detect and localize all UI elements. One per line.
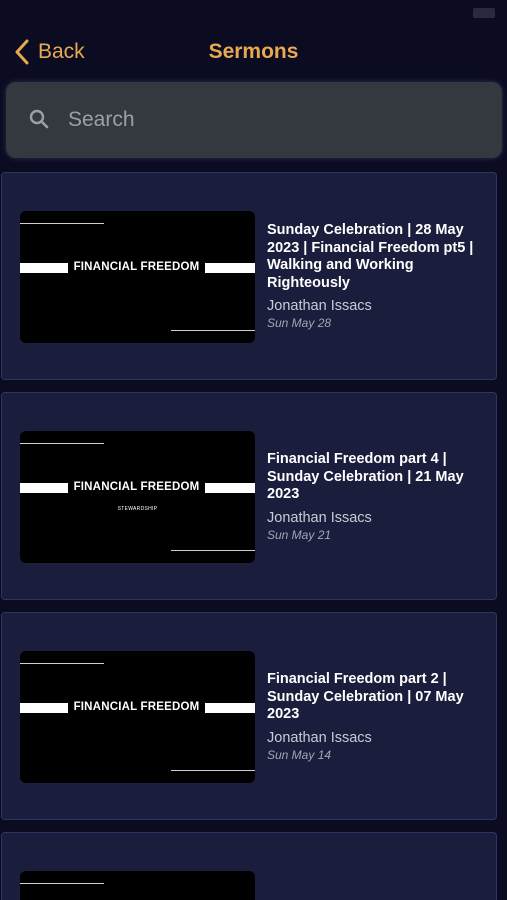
search-icon bbox=[29, 109, 49, 129]
sermon-date: Sun May 21 bbox=[267, 527, 332, 542]
sermon-title: Sunday Celebration | 28 May 2023 | Finan… bbox=[267, 222, 474, 291]
sermon-thumbnail: FINANCIAL FREEDOM bbox=[20, 651, 255, 783]
sermon-thumbnail: FINANCIAL FREEDOM STEWARDSHIP bbox=[20, 431, 255, 563]
navigation-bar: Back Sermons bbox=[0, 30, 507, 74]
sermon-title: Financial Freedom part 2 | Sunday Celebr… bbox=[267, 671, 464, 722]
sermon-thumbnail bbox=[20, 871, 255, 900]
search-input[interactable] bbox=[68, 100, 478, 140]
sermon-card[interactable]: FINANCIAL FREEDOM Sunday Celebration | 2… bbox=[1, 172, 497, 380]
thumbnail-subtitle: STEWARDSHIP bbox=[117, 506, 158, 512]
back-label: Back bbox=[38, 40, 85, 63]
back-button[interactable]: Back bbox=[14, 36, 85, 68]
status-bar bbox=[0, 0, 507, 26]
thumbnail-title: FINANCIAL FREEDOM bbox=[73, 261, 200, 273]
sermon-card[interactable]: FINANCIAL FREEDOM STEWARDSHIP Financial … bbox=[1, 392, 497, 600]
chevron-left-icon bbox=[15, 39, 29, 65]
sermon-author: Jonathan Issacs bbox=[267, 729, 372, 746]
sermons-screen: Back Sermons FINANCIAL FREEDOM Sunday Ce… bbox=[0, 0, 507, 900]
sermon-author: Jonathan Issacs bbox=[267, 298, 372, 314]
sermon-date: Sun May 28 bbox=[267, 316, 332, 330]
sermon-card[interactable] bbox=[1, 832, 497, 900]
sermon-card[interactable]: FINANCIAL FREEDOM Financial Freedom part… bbox=[1, 612, 497, 820]
sermon-thumbnail: FINANCIAL FREEDOM bbox=[20, 211, 255, 343]
thumbnail-title: FINANCIAL FREEDOM bbox=[73, 481, 200, 493]
sermon-title: Financial Freedom part 4 | Sunday Celebr… bbox=[267, 451, 464, 502]
sermon-date: Sun May 14 bbox=[267, 747, 332, 762]
thumbnail-title: FINANCIAL FREEDOM bbox=[73, 701, 200, 713]
battery-icon bbox=[473, 8, 495, 18]
sermon-author: Jonathan Issacs bbox=[267, 509, 372, 526]
search-bar[interactable] bbox=[6, 82, 502, 158]
